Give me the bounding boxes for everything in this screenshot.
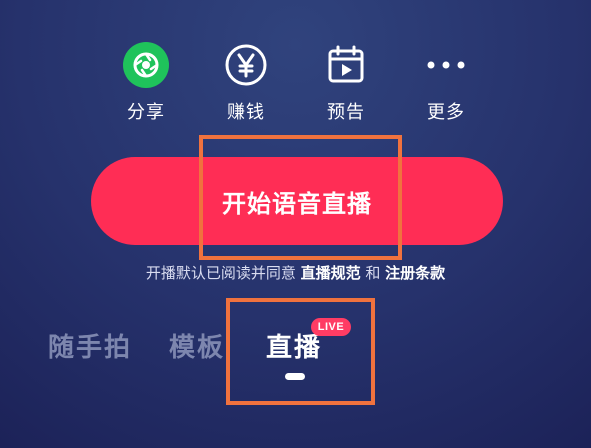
calendar-play-icon [321, 40, 371, 90]
active-tab-indicator [285, 373, 305, 380]
share-action[interactable]: 分享 [96, 40, 196, 130]
tab-snapshot[interactable]: 随手拍 [48, 327, 132, 364]
agreement-prefix: 开播默认已阅读并同意 [145, 264, 301, 282]
schedule-label: 预告 [327, 102, 365, 123]
action-row: 分享 赚钱 预告 更多 [0, 40, 591, 130]
share-icon [121, 40, 171, 90]
tab-template[interactable]: 模板 [169, 327, 225, 364]
yuan-icon [221, 40, 271, 90]
schedule-action[interactable]: 预告 [296, 40, 396, 130]
earn-action[interactable]: 赚钱 [196, 40, 296, 130]
agreement-text: 开播默认已阅读并同意 直播规范 和 注册条款 [0, 262, 591, 283]
more-icon [421, 40, 471, 90]
more-label: 更多 [427, 102, 465, 123]
earn-label: 赚钱 [227, 102, 265, 123]
live-rules-link[interactable]: 直播规范 [301, 264, 361, 282]
agreement-conjunction: 和 [360, 264, 386, 282]
more-action[interactable]: 更多 [396, 40, 496, 130]
share-label: 分享 [127, 102, 165, 123]
terms-link[interactable]: 注册条款 [385, 264, 445, 282]
start-voice-live-button[interactable]: 开始语音直播 [91, 157, 503, 245]
live-badge: LIVE [311, 318, 351, 336]
